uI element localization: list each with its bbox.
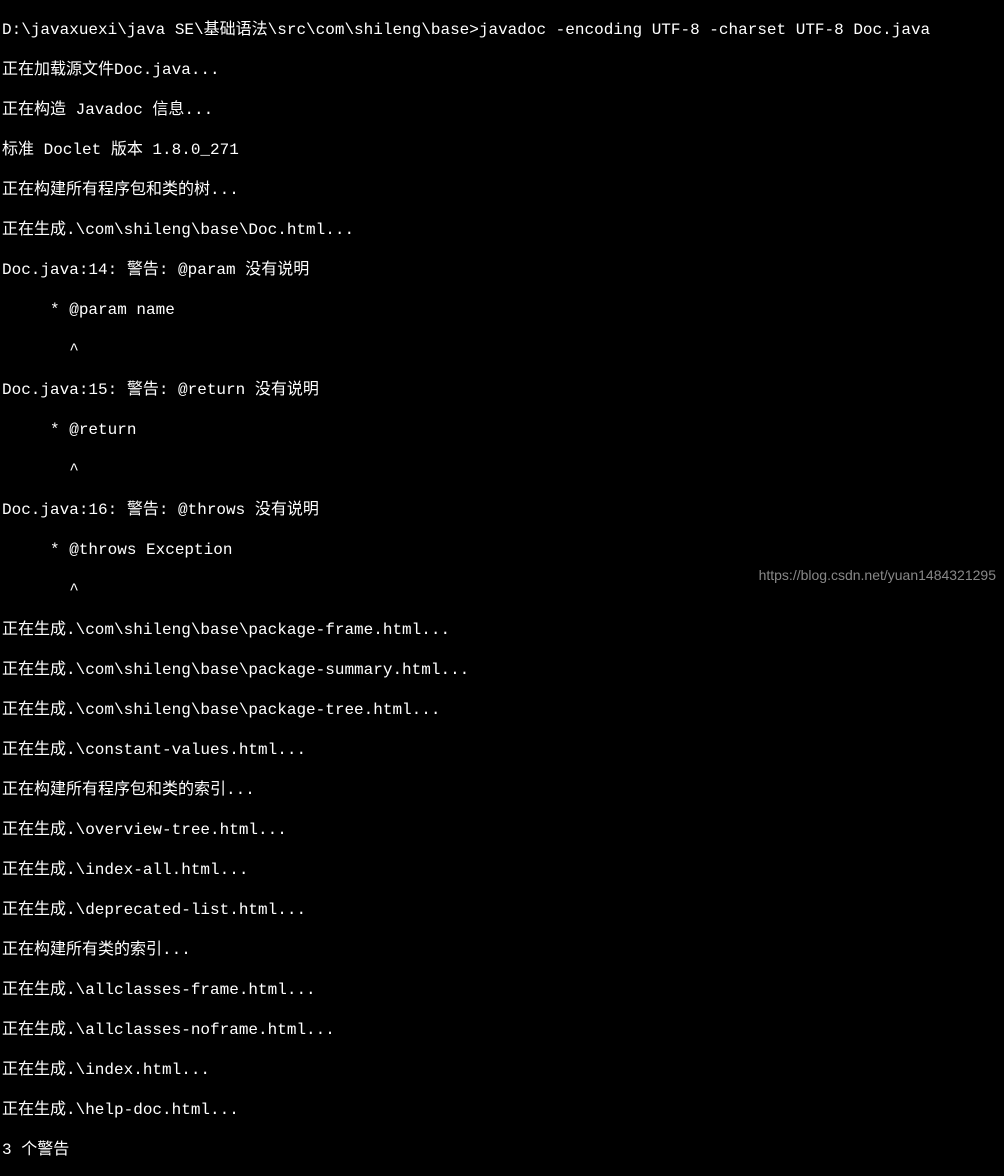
output-line: 正在生成.\help-doc.html... xyxy=(2,1100,1002,1120)
output-line: 正在生成.\overview-tree.html... xyxy=(2,820,1002,840)
terminal-output[interactable]: D:\javaxuexi\java SE\基础语法\src\com\shilen… xyxy=(0,0,1004,1176)
output-line: 正在构建所有程序包和类的索引... xyxy=(2,780,1002,800)
output-line: 正在生成.\index.html... xyxy=(2,1060,1002,1080)
output-line: 正在生成.\com\shileng\base\package-summary.h… xyxy=(2,660,1002,680)
code-snippet-line: * @return xyxy=(2,420,1002,440)
warning-line: Doc.java:16: 警告: @throws 没有说明 xyxy=(2,500,1002,520)
warning-line: Doc.java:14: 警告: @param 没有说明 xyxy=(2,260,1002,280)
output-line: 正在生成.\allclasses-noframe.html... xyxy=(2,1020,1002,1040)
output-line: 正在构造 Javadoc 信息... xyxy=(2,100,1002,120)
output-line: 正在加载源文件Doc.java... xyxy=(2,60,1002,80)
command-prompt-line: D:\javaxuexi\java SE\基础语法\src\com\shilen… xyxy=(2,20,1002,40)
output-line: 标准 Doclet 版本 1.8.0_271 xyxy=(2,140,1002,160)
output-line: 正在生成.\index-all.html... xyxy=(2,860,1002,880)
output-line: 正在构建所有类的索引... xyxy=(2,940,1002,960)
caret-line: ^ xyxy=(2,340,1002,360)
code-snippet-line: * @throws Exception xyxy=(2,540,1002,560)
watermark-text: https://blog.csdn.net/yuan1484321295 xyxy=(759,567,996,585)
warning-count-line: 3 个警告 xyxy=(2,1140,1002,1160)
output-line: 正在生成.\constant-values.html... xyxy=(2,740,1002,760)
output-line: 正在生成.\deprecated-list.html... xyxy=(2,900,1002,920)
output-line: 正在构建所有程序包和类的树... xyxy=(2,180,1002,200)
output-line: 正在生成.\com\shileng\base\package-frame.htm… xyxy=(2,620,1002,640)
output-line: 正在生成.\com\shileng\base\Doc.html... xyxy=(2,220,1002,240)
caret-line: ^ xyxy=(2,460,1002,480)
warning-line: Doc.java:15: 警告: @return 没有说明 xyxy=(2,380,1002,400)
code-snippet-line: * @param name xyxy=(2,300,1002,320)
output-line: 正在生成.\allclasses-frame.html... xyxy=(2,980,1002,1000)
output-line: 正在生成.\com\shileng\base\package-tree.html… xyxy=(2,700,1002,720)
